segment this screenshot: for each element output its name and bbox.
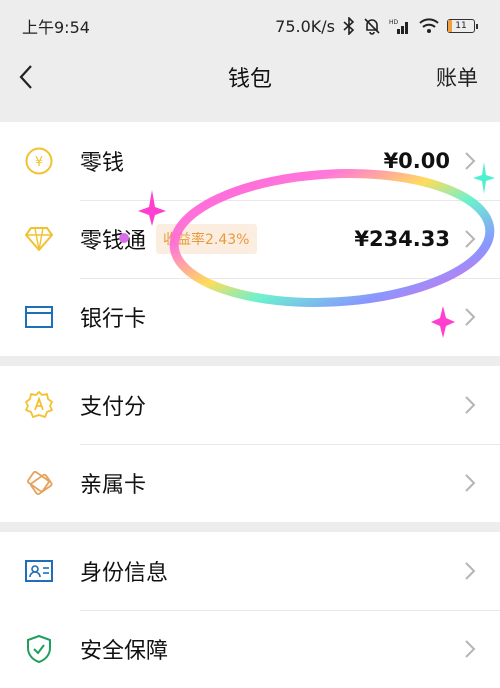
row-label-family-card: 亲属卡 — [80, 473, 147, 498]
pay-score-icon — [24, 390, 54, 420]
id-card-icon — [24, 556, 54, 586]
status-bar: 上午9:54 75.0K/s HD 11 — [0, 0, 500, 52]
chevron-right-icon — [465, 562, 476, 580]
row-security[interactable]: 安全保障 — [0, 610, 500, 688]
family-card-icon — [24, 468, 54, 498]
nav-bar: 钱包 账单 — [0, 52, 500, 102]
change-balance: ¥0.00 — [383, 149, 450, 173]
signal-icon: HD — [389, 19, 408, 34]
wallet-group-security: 身份信息 安全保障 — [0, 532, 500, 688]
row-label-change: 零钱 — [80, 151, 125, 176]
mute-bell-icon — [364, 18, 380, 35]
back-icon[interactable] — [18, 64, 34, 90]
change-pass-balance: ¥234.33 — [354, 227, 450, 251]
chevron-right-icon — [465, 152, 476, 170]
row-family-card[interactable]: 亲属卡 — [0, 444, 500, 522]
battery-icon: 11 — [447, 19, 478, 33]
wallet-group-services: 支付分 亲属卡 — [0, 366, 500, 522]
chevron-right-icon — [465, 230, 476, 248]
row-label-security: 安全保障 — [80, 639, 169, 664]
svg-text:HD: HD — [389, 19, 399, 26]
row-label-change-pass: 零钱通 — [80, 229, 147, 254]
network-speed: 75.0K/s — [275, 16, 335, 36]
bank-card-icon — [24, 302, 54, 332]
row-identity[interactable]: 身份信息 — [0, 532, 500, 610]
page-title: 钱包 — [227, 67, 273, 92]
bluetooth-icon — [343, 17, 355, 35]
row-label-identity: 身份信息 — [80, 561, 169, 586]
svg-text:¥: ¥ — [35, 155, 43, 170]
row-bank-card[interactable]: 银行卡 — [0, 278, 500, 356]
wallet-group-balance: ¥ 零钱 ¥0.00 零钱通 收益率2.43% ¥234.33 银行卡 — [0, 122, 500, 356]
row-change-pass[interactable]: 零钱通 收益率2.43% ¥234.33 — [0, 200, 500, 278]
coin-icon: ¥ — [24, 146, 54, 176]
status-time: 上午9:54 — [22, 18, 90, 37]
row-label-pay-score: 支付分 — [80, 395, 147, 420]
chevron-right-icon — [465, 308, 476, 326]
status-icons: 75.0K/s HD 11 — [275, 17, 478, 36]
yield-badge: 收益率2.43% — [156, 224, 257, 254]
row-label-bank-card: 银行卡 — [80, 307, 147, 332]
bill-button[interactable]: 账单 — [436, 62, 478, 92]
row-change[interactable]: ¥ 零钱 ¥0.00 — [0, 122, 500, 200]
row-pay-score[interactable]: 支付分 — [0, 366, 500, 444]
chevron-right-icon — [465, 396, 476, 414]
chevron-right-icon — [465, 474, 476, 492]
wifi-icon — [419, 18, 439, 33]
diamond-icon — [24, 224, 54, 254]
chevron-right-icon — [465, 640, 476, 658]
shield-icon — [24, 634, 54, 664]
